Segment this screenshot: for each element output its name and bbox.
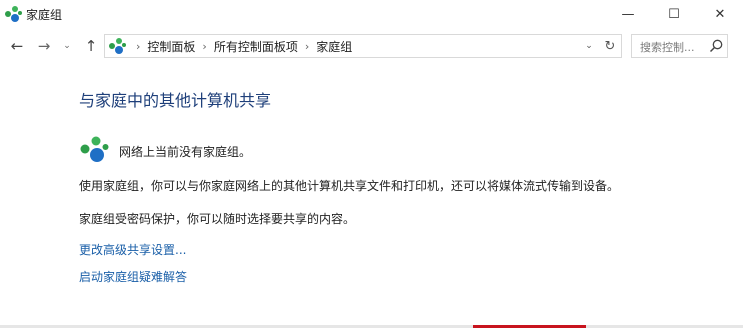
advanced-sharing-settings-link[interactable]: 更改高级共享设置... xyxy=(79,241,186,258)
chevron-right-icon[interactable]: › xyxy=(202,40,206,53)
window-title: 家庭组 xyxy=(26,8,63,22)
breadcrumb: › 控制面板 › 所有控制面板项 › 家庭组 xyxy=(129,35,352,57)
homegroup-status-text: 网络上当前没有家庭组。 xyxy=(119,145,252,159)
homegroup-icon xyxy=(5,6,22,22)
page-title: 与家庭中的其他计算机共享 xyxy=(79,91,272,110)
close-button[interactable]: ✕ xyxy=(697,0,743,28)
breadcrumb-homegroup[interactable]: 家庭组 xyxy=(316,38,352,55)
maximize-button[interactable]: ☐ xyxy=(651,0,697,28)
navigation-bar: ← → ⌄ ↑ › 控制面板 › 所有控制面板项 › 家庭组 ⌄ ↻ 搜索控制.… xyxy=(0,30,743,62)
chevron-right-icon[interactable]: › xyxy=(305,40,309,53)
search-placeholder: 搜索控制... xyxy=(640,41,695,54)
chevron-down-icon: ⌄ xyxy=(63,41,71,51)
refresh-button[interactable]: ↻ xyxy=(599,35,621,57)
minimize-button[interactable]: — xyxy=(605,0,651,28)
address-dropdown-button[interactable]: ⌄ xyxy=(579,35,599,57)
minimize-icon: — xyxy=(621,6,635,22)
title-bar: 家庭组 — ☐ ✕ xyxy=(0,0,743,28)
homegroup-icon xyxy=(109,38,126,54)
maximize-icon: ☐ xyxy=(668,6,680,22)
search-icon[interactable] xyxy=(708,38,724,54)
close-icon: ✕ xyxy=(714,6,726,22)
arrow-up-icon: ↑ xyxy=(84,37,98,55)
password-info-text: 家庭组受密码保护，你可以随时选择要共享的内容。 xyxy=(79,212,356,226)
forward-button[interactable]: → xyxy=(33,36,55,56)
arrow-right-icon: → xyxy=(37,37,51,55)
address-bar[interactable]: › 控制面板 › 所有控制面板项 › 家庭组 ⌄ ↻ xyxy=(104,34,622,58)
arrow-left-icon: ← xyxy=(10,37,24,55)
refresh-icon: ↻ xyxy=(604,38,616,54)
up-button[interactable]: ↑ xyxy=(80,36,102,56)
recent-locations-button[interactable]: ⌄ xyxy=(60,36,74,56)
homegroup-icon xyxy=(80,136,109,162)
breadcrumb-all-control-panel-items[interactable]: 所有控制面板项 xyxy=(214,38,298,55)
main-content: 与家庭中的其他计算机共享 网络上当前没有家庭组。 使用家庭组，你可以与你家庭网络… xyxy=(0,64,743,328)
breadcrumb-control-panel[interactable]: 控制面板 xyxy=(147,38,195,55)
homegroup-troubleshooter-link[interactable]: 启动家庭组疑难解答 xyxy=(79,268,187,285)
description-text: 使用家庭组，你可以与你家庭网络上的其他计算机共享文件和打印机，还可以将媒体流式传… xyxy=(79,179,620,193)
chevron-right-icon[interactable]: › xyxy=(136,40,140,53)
search-input[interactable]: 搜索控制... xyxy=(631,34,728,58)
chevron-down-icon: ⌄ xyxy=(585,41,593,51)
back-button[interactable]: ← xyxy=(6,36,28,56)
